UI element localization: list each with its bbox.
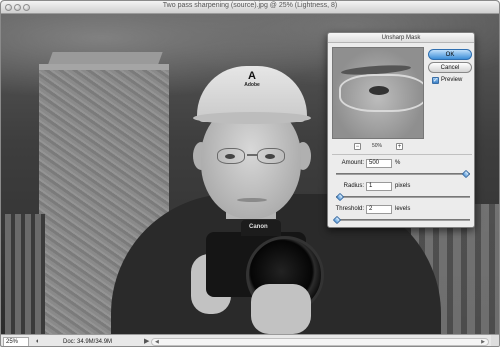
threshold-slider[interactable] [333,215,470,225]
mouth [237,198,267,202]
left-eye [225,154,235,159]
preview-window[interactable] [332,47,424,139]
radius-unit: pixels [395,183,411,189]
cancel-button[interactable]: Cancel [428,62,472,73]
threshold-input[interactable]: 2 [366,205,392,214]
amount-slider-thumb[interactable] [461,169,471,179]
dialog-title[interactable]: Unsharp Mask [328,33,474,43]
preview-eye [369,86,389,95]
zoom-out-button[interactable]: − [354,143,361,150]
cap-brim [193,112,311,124]
cap-logo-text: Adobe [244,82,260,88]
scroll-right-icon[interactable]: ▶ [481,339,485,346]
cap-logo: A Adobe [237,70,267,98]
amount-label: Amount: [341,160,364,166]
zoom-in-button[interactable]: + [396,143,403,150]
right-eye [265,154,275,159]
radius-slider[interactable] [335,192,470,202]
title-bar[interactable]: Two pass sharpening (source).jpg @ 25% (… [1,1,499,14]
status-info-icon[interactable]: ◐ [33,337,43,346]
horizontal-scrollbar[interactable]: ◀ ▶ [151,338,489,346]
amount-slider[interactable] [336,169,471,179]
fence [5,214,45,334]
threshold-slider-thumb[interactable] [333,215,342,225]
threshold-unit: levels [395,206,411,212]
preview-zoom-percent: 50% [372,143,383,149]
camera-brand: Canon [249,224,268,230]
right-hand [251,284,311,334]
resize-corner[interactable] [491,335,499,346]
zoom-level-field[interactable]: 25% [3,337,29,346]
status-menu-arrow-icon[interactable]: ▶ [144,337,149,346]
window-title: Two pass sharpening (source).jpg @ 25% (… [162,2,338,9]
unsharp-mask-dialog: Unsharp Mask − 50% + OK Cancel ✓ Preview… [327,32,475,228]
status-bar: 25% ◐ Doc: 34.9M/34.9M ▶ ◀ ▶ [1,334,499,346]
amount-input[interactable]: 500 [366,159,392,168]
divider [332,154,472,155]
ok-button[interactable]: OK [428,49,472,60]
radius-slider-thumb[interactable] [335,192,345,202]
radius-input[interactable]: 1 [366,182,392,191]
glasses-bridge [247,154,257,156]
amount-unit: % [395,160,401,166]
scroll-left-icon[interactable]: ◀ [155,339,159,346]
threshold-label: Threshold: [335,206,364,212]
radius-label: Radius: [343,183,364,189]
document-info: Doc: 34.9M/34.9M [63,339,113,345]
preview-checkbox[interactable]: ✓ [432,77,439,84]
adobe-logo-icon: A [248,70,256,82]
preview-label: Preview [441,77,463,83]
